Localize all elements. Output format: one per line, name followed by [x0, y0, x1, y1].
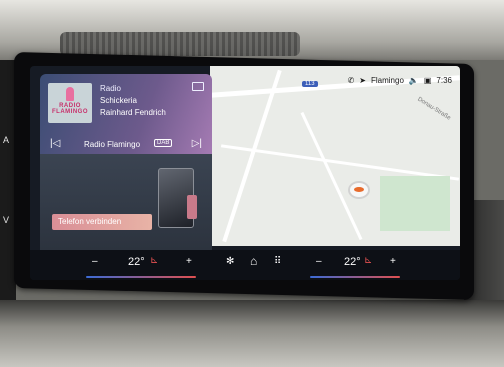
fan-icon[interactable]: ✻: [226, 256, 234, 267]
left-temperature[interactable]: 22°: [128, 256, 145, 268]
navigation-arrow-icon: ➤: [359, 76, 366, 85]
media-widget[interactable]: RADIO FLAMINGO Radio Schickeria Rainhard…: [40, 74, 212, 154]
map-park: [380, 176, 450, 231]
route-number: 113: [302, 81, 318, 87]
previous-track-icon[interactable]: |◁: [50, 138, 60, 149]
display-toggle-icon[interactable]: [192, 82, 204, 91]
air-vent: [60, 32, 300, 56]
band-badge: DAB: [154, 139, 173, 147]
status-bar: ✆ ➤ Flamingo 🔈 ▣ 7:36: [348, 76, 452, 85]
track-title: Schickeria: [100, 96, 137, 105]
right-temp-decrease-button[interactable]: –: [316, 256, 322, 267]
media-source-type: Radio: [100, 84, 121, 93]
clock: 7:36: [436, 76, 452, 85]
infotainment-screen: 113 Donau-Straße ✆ ➤ Flamingo 🔈 ▣ 7:36 R…: [30, 66, 460, 280]
connect-phone-button[interactable]: Telefon verbinden: [52, 214, 152, 230]
phone-widget: Telefon verbinden: [40, 154, 212, 250]
phone-icon: ✆: [347, 76, 355, 85]
destination-label: Flamingo: [370, 76, 404, 85]
next-track-icon[interactable]: ▷|: [192, 138, 202, 149]
left-temp-increase-button[interactable]: +: [186, 256, 192, 267]
left-temp-decrease-button[interactable]: –: [92, 256, 98, 267]
dashboard-bottom: [0, 300, 504, 367]
climate-bar: – 22° ⊾ + ✻ ⌂ ⠿ – 22° ⊾ +: [30, 250, 460, 280]
right-temperature[interactable]: 22°: [344, 256, 361, 268]
street-label: Donau-Straße: [416, 96, 452, 122]
apps-grid-icon[interactable]: ⠿: [274, 256, 281, 267]
vehicle-position-icon: [350, 183, 368, 197]
cover-logo-text: RADIO FLAMINGO: [52, 103, 88, 115]
volume-icon[interactable]: 🔈: [409, 76, 419, 85]
navigation-map[interactable]: 113 Donau-Straße: [210, 66, 460, 246]
side-text-a: A: [3, 135, 10, 145]
right-temp-slider[interactable]: [310, 276, 400, 278]
side-text-v: V: [3, 215, 10, 225]
right-seat-heat-icon[interactable]: ⊾: [364, 255, 372, 266]
left-seat-heat-icon[interactable]: ⊾: [150, 255, 158, 266]
smartphone-icon: [158, 168, 197, 228]
screen-mode-icon[interactable]: ▣: [424, 76, 432, 85]
right-temp-increase-button[interactable]: +: [390, 256, 396, 267]
home-icon[interactable]: ⌂: [250, 254, 257, 268]
track-artist: Rainhard Fendrich: [100, 108, 166, 117]
flamingo-logo-icon: [66, 87, 74, 101]
album-cover: RADIO FLAMINGO: [48, 83, 92, 123]
station-name: Radio Flamingo: [84, 140, 141, 149]
map-road: [300, 111, 363, 241]
left-temp-slider[interactable]: [86, 276, 196, 278]
